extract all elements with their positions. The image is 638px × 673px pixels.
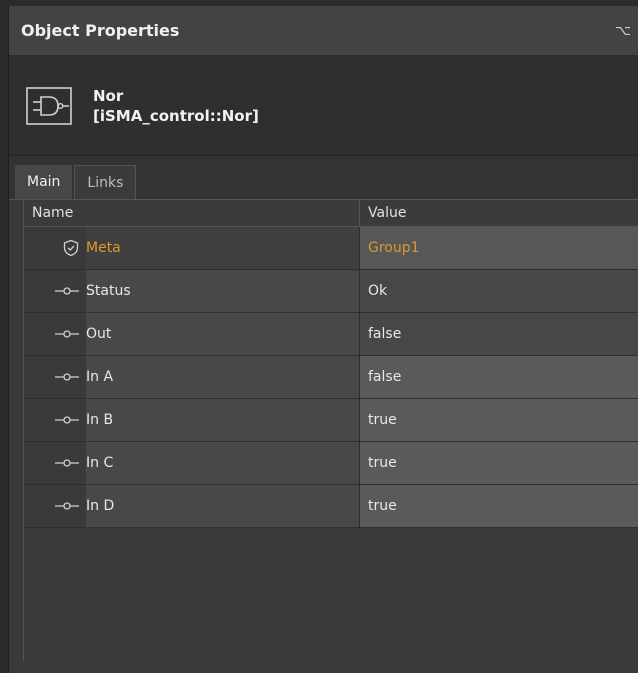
object-header: Nor [iSMA_control::Nor] — [9, 56, 638, 156]
property-row-in-a[interactable]: In A false — [24, 356, 638, 399]
object-properties-panel: Object Properties ⌥ Nor [iSMA_control::N… — [8, 6, 638, 673]
property-name: Out — [86, 326, 112, 342]
column-header-name[interactable]: Name — [24, 200, 360, 226]
property-row-in-b[interactable]: In B true — [24, 399, 638, 442]
panel-title: Object Properties — [21, 21, 180, 40]
property-row-in-d[interactable]: In D true — [24, 485, 638, 528]
property-grid: Name Value Meta Group1 Status Ok Out fal… — [9, 200, 638, 660]
property-value: Ok — [368, 283, 388, 299]
panel-titlebar: Object Properties ⌥ — [9, 6, 638, 56]
property-name: In D — [86, 498, 115, 514]
slot-icon — [24, 270, 86, 312]
shield-icon — [24, 227, 86, 269]
tab-links[interactable]: Links — [74, 165, 137, 199]
property-row-status[interactable]: Status Ok — [24, 270, 638, 313]
slot-icon — [24, 442, 86, 484]
property-value[interactable]: Group1 — [368, 240, 420, 256]
slot-icon — [24, 485, 86, 527]
property-name: Meta — [86, 240, 121, 256]
grid-header: Name Value — [24, 200, 638, 227]
property-name: In B — [86, 412, 114, 428]
property-row-out[interactable]: Out false — [24, 313, 638, 356]
property-value[interactable]: true — [368, 455, 397, 471]
property-value: false — [368, 326, 402, 342]
property-row-in-c[interactable]: In C true — [24, 442, 638, 485]
slot-icon — [24, 399, 86, 441]
tab-main[interactable]: Main — [15, 165, 73, 199]
slot-icon — [24, 313, 86, 355]
object-name: Nor — [93, 86, 124, 105]
tab-bar: Main Links — [9, 156, 638, 200]
property-row-meta[interactable]: Meta Group1 — [24, 227, 638, 270]
pin-icon[interactable]: ⌥ — [615, 23, 631, 39]
property-value[interactable]: true — [368, 498, 397, 514]
property-name: In C — [86, 455, 114, 471]
property-name: In A — [86, 369, 114, 385]
property-value[interactable]: true — [368, 412, 397, 428]
property-name: Status — [86, 283, 131, 299]
column-header-value[interactable]: Value — [360, 200, 638, 226]
object-type: [iSMA_control::Nor] — [93, 106, 259, 125]
property-value[interactable]: false — [368, 369, 401, 385]
nor-gate-icon — [23, 83, 75, 129]
slot-icon — [24, 356, 86, 398]
